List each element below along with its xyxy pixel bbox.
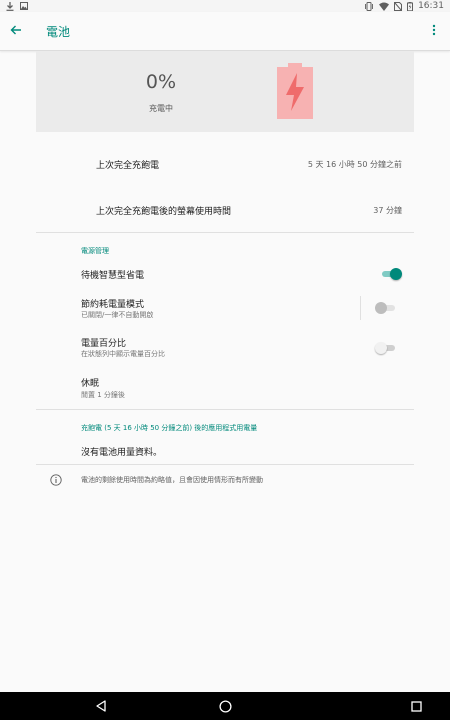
image-icon xyxy=(20,2,28,10)
power-management-header: 電源管理 xyxy=(81,247,109,255)
pref-summary: 閒置 1 分鐘後 xyxy=(81,391,125,399)
battery-percent: 0% xyxy=(145,71,177,93)
battery-percentage-switch[interactable] xyxy=(375,342,397,354)
switch-thumb xyxy=(390,268,402,280)
recents-nav-button[interactable] xyxy=(409,699,423,713)
battery-status: 充電中 xyxy=(149,104,173,113)
home-nav-icon xyxy=(218,699,232,713)
pref-title: 電量百分比 xyxy=(81,339,127,349)
vertical-divider xyxy=(360,296,361,320)
recents-nav-icon xyxy=(410,700,422,712)
divider xyxy=(36,232,414,233)
back-nav-button[interactable] xyxy=(94,699,108,713)
clock: 16:31 xyxy=(418,1,444,11)
screen-usage-label: 上次完全充飽電後的螢幕使用時間 xyxy=(96,207,232,217)
app-usage-header: 充飽電 (5 天 16 小時 50 分鐘之前) 後的應用程式用電量 xyxy=(81,424,258,432)
battery-estimate-note: 電池的剩餘使用時間為約略值，且會因使用情形而有所變動 xyxy=(81,476,263,484)
download-icon xyxy=(6,1,14,11)
arrow-back-icon xyxy=(10,25,21,35)
smart-standby-switch[interactable] xyxy=(380,268,402,280)
no-usage-data-text: 沒有電池用量資料。 xyxy=(81,448,163,458)
battery-saver-switch[interactable] xyxy=(375,302,397,314)
battery-header: 0% 充電中 xyxy=(36,51,414,132)
overflow-menu-button[interactable] xyxy=(422,18,446,42)
app-bar: 電池 xyxy=(0,12,450,51)
more-vert-icon xyxy=(432,24,436,36)
vibrate-icon xyxy=(364,1,374,11)
navigation-bar xyxy=(0,692,450,720)
divider xyxy=(36,464,414,465)
pref-summary: 在狀態列中顯示電量百分比 xyxy=(81,350,165,358)
switch-thumb xyxy=(375,342,387,354)
last-full-charge-value: 5 天 16 小時 50 分鐘之前 xyxy=(307,160,402,169)
back-button[interactable] xyxy=(4,18,28,42)
no-sim-icon xyxy=(394,1,403,11)
battery-charging-icon xyxy=(277,63,313,123)
battery-icon xyxy=(407,1,414,11)
back-nav-icon xyxy=(96,700,106,712)
pref-summary: 已關閉/一律不自動開啟 xyxy=(81,311,154,319)
pref-title: 待機智慧型省電 xyxy=(81,271,145,281)
status-notifications xyxy=(6,0,28,12)
page-title: 電池 xyxy=(46,25,71,39)
wifi-icon xyxy=(379,2,390,11)
screen-usage-value: 37 分鐘 xyxy=(373,206,402,215)
pref-title: 休眠 xyxy=(81,379,100,389)
last-full-charge-label: 上次完全充飽電 xyxy=(96,161,160,171)
status-bar: 16:31 xyxy=(0,0,450,12)
pref-title: 節約耗電量模式 xyxy=(81,300,145,310)
home-nav-button[interactable] xyxy=(218,699,232,713)
status-system-icons: 16:31 xyxy=(364,0,444,12)
switch-thumb xyxy=(375,302,387,314)
info-icon xyxy=(50,474,62,486)
divider xyxy=(36,409,414,410)
